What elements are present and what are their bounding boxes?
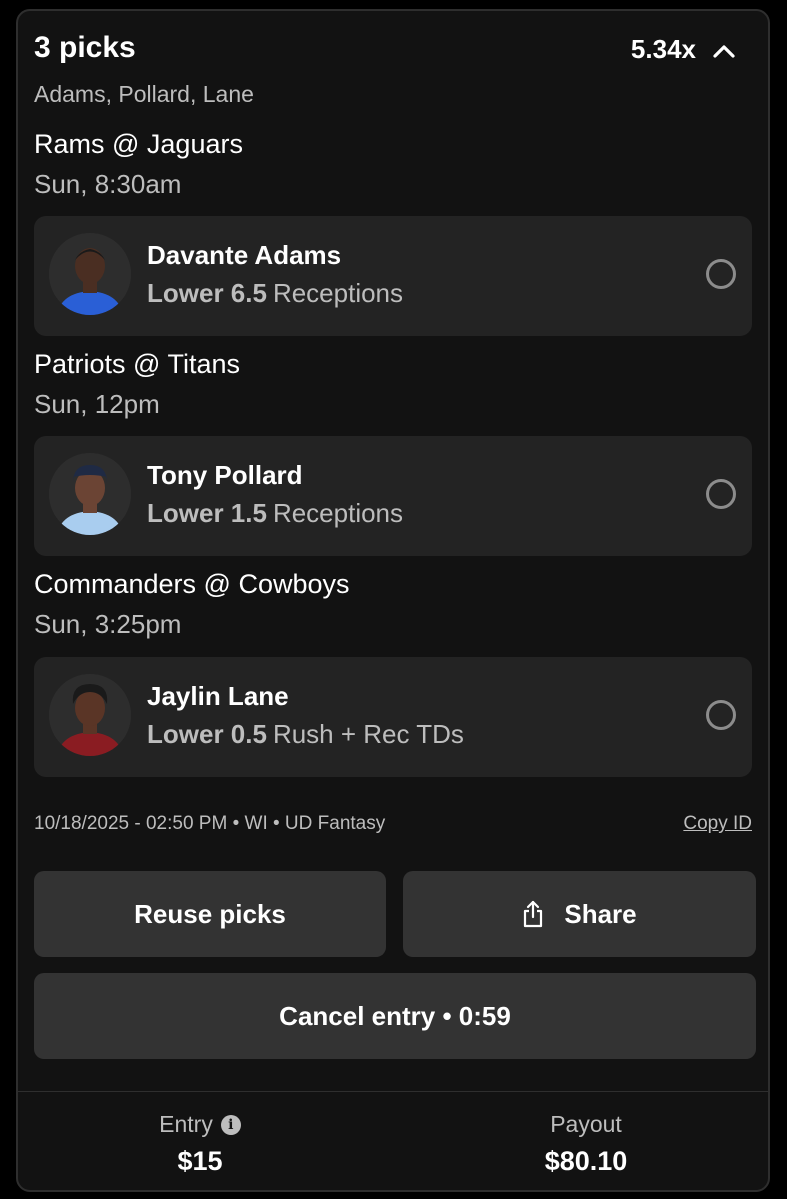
radio-icon[interactable] [706,700,736,730]
pick-direction: Lower 0.5 [147,719,267,749]
radio-icon[interactable] [706,479,736,509]
radio-icon[interactable] [706,259,736,289]
player-name: Jaylin Lane [147,681,289,711]
entry-label: Entry [159,1111,213,1137]
entry-label-row: Entry i [159,1111,241,1138]
picks-count-title: 3 picks [34,31,136,64]
copy-id-link[interactable]: Copy ID [683,813,752,835]
avatar [49,674,131,756]
pick-stat: Rush + Rec TDs [272,719,464,749]
pick-card[interactable]: Jaylin Lane Lower 0.5 Rush + Rec TDs [34,657,752,777]
game-time: Sun, 8:30am [34,169,182,199]
pick-stat: Receptions [272,278,404,308]
pick-card[interactable]: Tony Pollard Lower 1.5 Receptions [34,436,752,556]
players-summary: Adams, Pollard, Lane [34,81,254,107]
game-header: Patriots @ Titans Sun, 12pm [34,349,752,420]
entry-header: 3 picks 5.34x [34,31,752,71]
entry-summary: Entry i $15 [50,1111,350,1177]
player-name: Davante Adams [147,240,342,270]
entry-meta: 10/18/2025 - 02:50 PM • WI • UD Fantasy [34,813,386,834]
game-time: Sun, 12pm [34,389,160,419]
share-button[interactable]: Share [403,871,756,957]
avatar [49,453,131,535]
reuse-picks-button[interactable]: Reuse picks [34,871,386,957]
player-name: Tony Pollard [147,460,303,490]
entry-amount: $15 [177,1146,223,1176]
game-header: Rams @ Jaguars Sun, 8:30am [34,129,752,200]
game-header: Commanders @ Cowboys Sun, 3:25pm [34,569,752,640]
game-matchup: Commanders @ Cowboys [34,569,350,599]
game-time: Sun, 3:25pm [34,609,182,639]
avatar [49,233,131,315]
share-icon [524,900,543,928]
chevron-up-icon [713,45,735,58]
game-matchup: Rams @ Jaguars [34,129,243,159]
collapse-button[interactable] [704,31,744,71]
share-label: Share [564,898,637,929]
footer-divider [18,1091,768,1092]
game-matchup: Patriots @ Titans [34,349,240,379]
pick-direction: Lower 6.5 [147,278,267,308]
payout-label: Payout [550,1111,622,1137]
reuse-picks-label: Reuse picks [134,898,286,929]
cancel-entry-label: Cancel entry • 0:59 [279,1000,511,1031]
cancel-entry-button[interactable]: Cancel entry • 0:59 [34,973,756,1059]
info-icon[interactable]: i [220,1114,241,1135]
payout-amount: $80.10 [544,1146,628,1176]
payout-multiplier: 5.34x [630,34,696,64]
pick-card[interactable]: Davante Adams Lower 6.5 Receptions [34,216,752,336]
payout-summary: Payout $80.10 [436,1111,736,1177]
pick-direction: Lower 1.5 [147,498,267,528]
pick-line: Lower 1.5 Receptions [147,498,403,529]
pick-line: Lower 6.5 Receptions [147,278,403,309]
entry-card: 3 picks 5.34x Adams, Pollard, Lane Rams … [16,9,770,1192]
pick-line: Lower 0.5 Rush + Rec TDs [147,719,464,750]
pick-stat: Receptions [272,498,404,528]
